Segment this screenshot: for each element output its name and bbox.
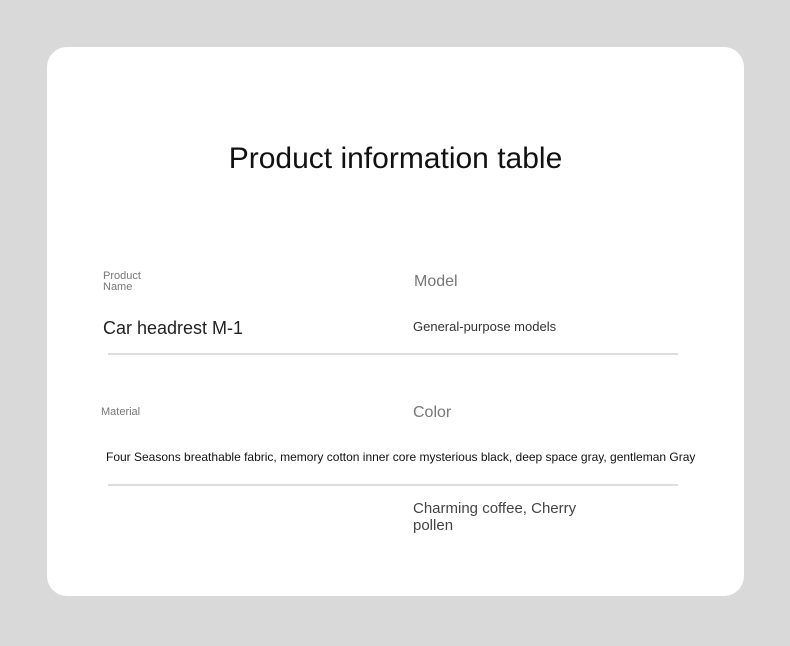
product-name-value: Car headrest M-1 [103, 318, 244, 338]
product-name-label-line2: Name [103, 281, 133, 293]
product-info-card: Product information table Product Name C… [47, 47, 744, 596]
color-value: Charming coffee, Cherry pollen [413, 500, 577, 534]
material-label: Material [101, 406, 141, 418]
model-label: Model [414, 273, 458, 290]
material-value: Four Seasons breathable fabric, memory c… [106, 450, 696, 464]
model-value: General-purpose models [413, 319, 557, 334]
divider-1 [108, 353, 678, 355]
product-name-label: Product Name [103, 271, 141, 293]
color-label: Color [413, 404, 452, 421]
page-title: Product information table [228, 142, 563, 175]
divider-2 [108, 484, 678, 486]
